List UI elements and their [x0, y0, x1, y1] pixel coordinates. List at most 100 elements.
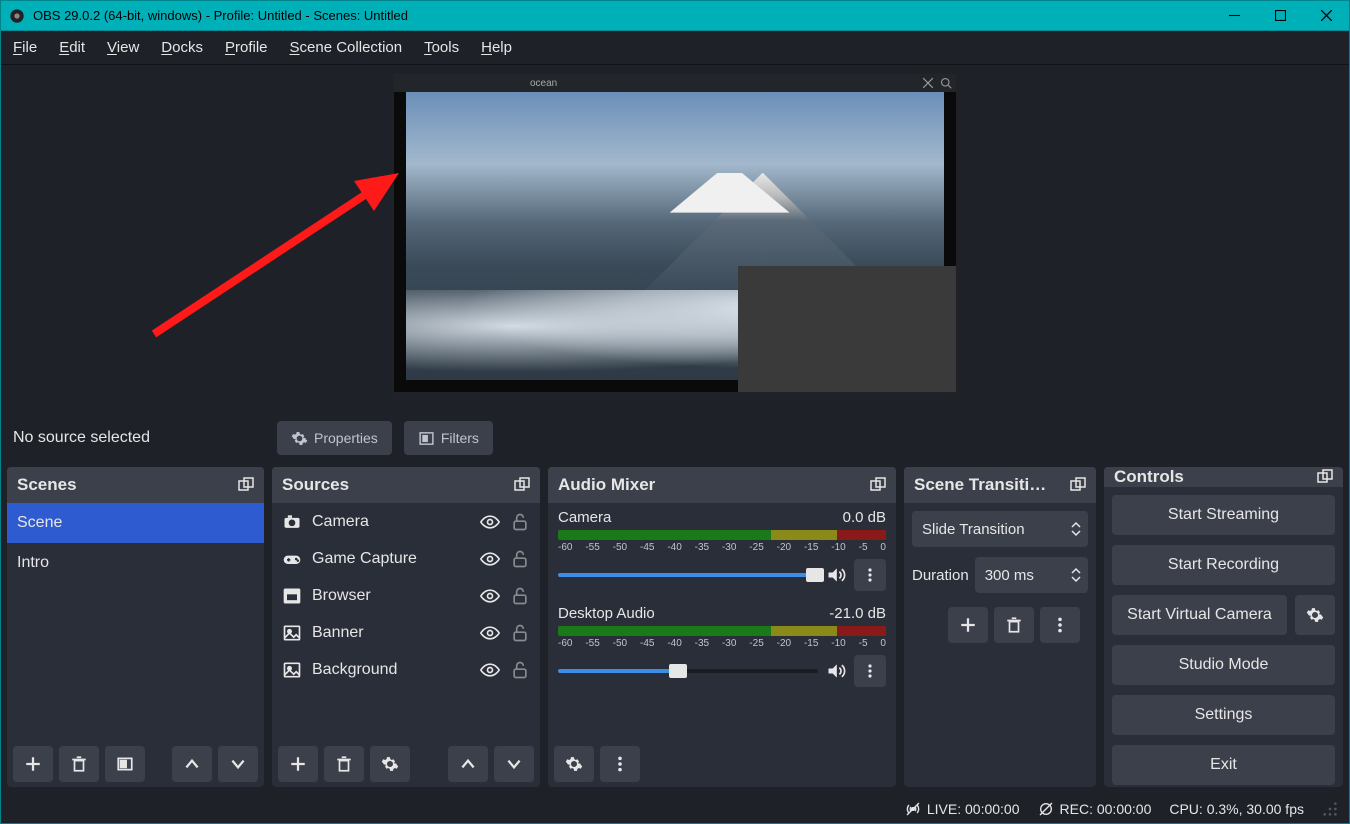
exit-button[interactable]: Exit [1112, 745, 1335, 785]
no-source-label: No source selected [13, 429, 265, 447]
popout-icon[interactable] [1070, 477, 1086, 493]
audio-meter [558, 530, 886, 540]
mixer-menu-button[interactable] [600, 746, 640, 782]
source-item[interactable]: Camera [272, 503, 540, 540]
remove-scene-button[interactable] [59, 746, 99, 782]
chevron-up-icon [183, 755, 201, 773]
kebab-icon [1051, 616, 1069, 634]
chevron-down-icon [229, 755, 247, 773]
filters-icon [418, 430, 435, 447]
popout-icon[interactable] [870, 477, 886, 493]
trash-icon [1005, 616, 1023, 634]
visibility-toggle[interactable] [480, 660, 500, 680]
popout-icon[interactable] [238, 477, 254, 493]
menu-tools[interactable]: Tools [424, 39, 459, 56]
speaker-icon[interactable] [826, 565, 846, 585]
preview-canvas[interactable]: ocean [393, 73, 957, 393]
maximize-button[interactable] [1257, 1, 1303, 31]
channel-menu-button[interactable] [854, 559, 886, 591]
kebab-icon [862, 663, 878, 679]
settings-button[interactable]: Settings [1112, 695, 1335, 735]
source-label: Browser [312, 587, 470, 605]
move-down-button[interactable] [494, 746, 534, 782]
channel-level: -21.0 dB [829, 605, 886, 622]
move-up-button[interactable] [172, 746, 212, 782]
remove-transition-button[interactable] [994, 607, 1034, 643]
select-spinner [1070, 567, 1082, 583]
menu-profile[interactable]: Profile [225, 39, 268, 56]
source-item[interactable]: Background [272, 651, 540, 688]
preview-source-topbar: ocean [394, 74, 956, 92]
status-rec: REC: 00:00:00 [1060, 801, 1152, 817]
lock-toggle[interactable] [510, 549, 530, 569]
channel-menu-button[interactable] [854, 655, 886, 687]
scene-filters-button[interactable] [105, 746, 145, 782]
studio-mode-button[interactable]: Studio Mode [1112, 645, 1335, 685]
visibility-toggle[interactable] [480, 623, 500, 643]
source-properties-button[interactable] [370, 746, 410, 782]
mixer-channel: Desktop Audio -21.0 dB -60-55-50-45-40-3… [548, 599, 896, 695]
sources-toolbar [272, 741, 540, 787]
remove-source-button[interactable] [324, 746, 364, 782]
lock-toggle[interactable] [510, 586, 530, 606]
scenes-list: Scene Intro [7, 503, 264, 741]
dock-title: Scenes [17, 475, 77, 495]
volume-slider[interactable] [558, 573, 818, 577]
filters-icon [116, 755, 134, 773]
popout-icon[interactable] [514, 477, 530, 493]
filters-button[interactable]: Filters [404, 421, 493, 455]
start-recording-button[interactable]: Start Recording [1112, 545, 1335, 585]
move-up-button[interactable] [448, 746, 488, 782]
add-scene-button[interactable] [13, 746, 53, 782]
source-item[interactable]: Game Capture [272, 540, 540, 577]
source-label: Camera [312, 513, 470, 531]
menu-file[interactable]: File [13, 39, 37, 56]
minimize-button[interactable] [1211, 1, 1257, 31]
volume-slider[interactable] [558, 669, 818, 673]
source-label: Background [312, 661, 470, 679]
visibility-toggle[interactable] [480, 586, 500, 606]
status-rec-group: REC: 00:00:00 [1038, 801, 1152, 817]
menu-edit[interactable]: Edit [59, 39, 85, 56]
lock-toggle[interactable] [510, 660, 530, 680]
menu-view[interactable]: View [107, 39, 139, 56]
properties-button[interactable]: Properties [277, 421, 392, 455]
menu-scene-collection[interactable]: Scene Collection [290, 39, 403, 56]
dock-header-scenes: Scenes [7, 467, 264, 503]
record-icon [1038, 801, 1054, 817]
dock-title: Scene Transiti… [914, 475, 1046, 495]
visibility-toggle[interactable] [480, 549, 500, 569]
menu-help[interactable]: Help [481, 39, 512, 56]
close-button[interactable] [1303, 1, 1349, 31]
filters-label: Filters [441, 430, 479, 446]
visibility-toggle[interactable] [480, 512, 500, 532]
image-icon [282, 660, 302, 680]
kebab-icon [611, 755, 629, 773]
start-virtual-camera-button[interactable]: Start Virtual Camera [1112, 595, 1287, 635]
speaker-icon[interactable] [826, 661, 846, 681]
duration-value: 300 ms [985, 567, 1034, 584]
camera-icon [282, 512, 302, 532]
transition-menu-button[interactable] [1040, 607, 1080, 643]
menu-docks[interactable]: Docks [161, 39, 203, 56]
source-item[interactable]: Browser [272, 577, 540, 614]
virtual-camera-settings-button[interactable] [1295, 595, 1335, 635]
source-info-bar: No source selected Properties Filters [1, 413, 1349, 463]
mixer-settings-button[interactable] [554, 746, 594, 782]
add-source-button[interactable] [278, 746, 318, 782]
source-item[interactable]: Banner [272, 614, 540, 651]
meter-scale: -60-55-50-45-40-35-30-25-20-15-10-50 [558, 638, 886, 649]
resize-grip-icon[interactable] [1322, 801, 1338, 817]
add-transition-button[interactable] [948, 607, 988, 643]
transition-select[interactable]: Slide Transition [912, 511, 1088, 547]
lock-toggle[interactable] [510, 623, 530, 643]
browser-icon [282, 586, 302, 606]
start-streaming-button[interactable]: Start Streaming [1112, 495, 1335, 535]
scene-item[interactable]: Scene [7, 503, 264, 543]
duration-spinner[interactable]: 300 ms [975, 557, 1088, 593]
popout-icon[interactable] [1317, 469, 1333, 485]
move-down-button[interactable] [218, 746, 258, 782]
transition-value: Slide Transition [922, 521, 1025, 538]
lock-toggle[interactable] [510, 512, 530, 532]
scene-item[interactable]: Intro [7, 543, 264, 583]
